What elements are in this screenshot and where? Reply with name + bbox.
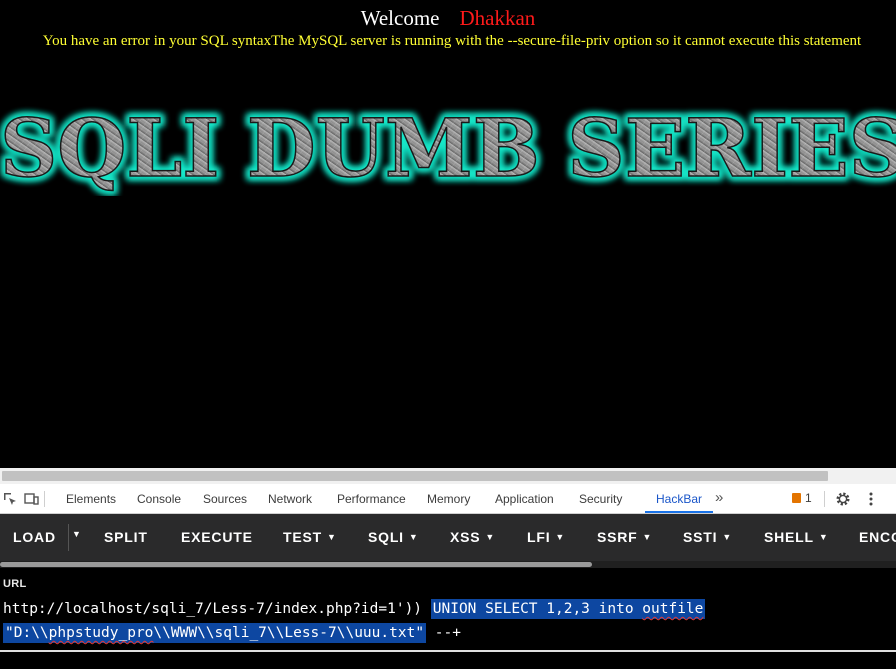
url-label: URL [3,578,27,590]
chevron-down-icon: ▼ [818,532,829,542]
hackbar-horizontal-scrollbar[interactable] [0,561,896,568]
url-selected-part: \\WWW\\sqli_7\\Less-7\\uuu.txt" [153,625,425,641]
lfi-label: LFI [527,529,551,545]
scrollbar-thumb[interactable] [2,471,828,481]
url-plain-text: http://localhost/sqli_7/Less-7/index.php… [3,601,423,617]
chevron-down-icon: ▼ [722,532,733,542]
url-comment-text: --+ [426,625,461,641]
banner-text: SQLI DUMB SERIES [0,101,896,195]
issues-count: 1 [805,491,812,505]
welcome-line: Welcome Dhakkan [0,6,896,31]
url-selected-part: "D:\\ [5,625,49,641]
url-selected-text-2: "D:\\phpstudy_pro\\WWW\\sqli_7\\Less-7\\… [3,623,427,643]
tab-memory[interactable]: Memory [427,492,470,506]
tab-application[interactable]: Application [495,492,554,506]
gear-icon[interactable] [835,491,851,507]
lfi-menu-button[interactable]: LFI ▼ [527,529,565,545]
hackbar-toolbar: LOAD ▼ SPLIT EXECUTE TEST ▼ SQLI ▼ XSS ▼ LF… [0,514,896,561]
tab-security[interactable]: Security [579,492,622,506]
issues-counter[interactable]: 1 [792,491,812,505]
sqli-label: SQLI [368,529,404,545]
load-divider [68,524,69,551]
devtools-tabbar: Elements Console Sources Network Perform… [0,484,896,514]
ssti-label: SSTI [683,529,718,545]
sqli-page: Welcome Dhakkan You have an error in your… [0,0,896,468]
active-tab-indicator [645,511,713,513]
url-textarea[interactable]: http://localhost/sqli_7/Less-7/index.php… [0,597,896,645]
url-field-underline [0,650,896,652]
tab-network[interactable]: Network [268,492,312,506]
url-line-2: "D:\\phpstudy_pro\\WWW\\sqli_7\\Less-7\\… [3,621,896,645]
device-toolbar-icon[interactable] [23,491,39,507]
load-dropdown-icon[interactable]: ▼ [72,529,81,539]
sqli-dumb-series-banner: SQLI DUMB SERIES SQLI DUMB SERIES [0,98,896,197]
tab-console[interactable]: Console [137,492,181,506]
hackbar-scrollbar-thumb[interactable] [0,562,592,567]
test-label: TEST [283,529,322,545]
ssrf-menu-button[interactable]: SSRF ▼ [597,529,652,545]
ssrf-label: SSRF [597,529,638,545]
toolbar-divider [44,491,45,507]
xss-menu-button[interactable]: XSS ▼ [450,529,495,545]
chevron-down-icon: ▼ [408,532,419,542]
url-selected-part: UNION SELECT 1,2,3 into [432,601,643,617]
url-spellcheck-word: phpstudy_pro [48,625,154,641]
inspect-element-icon[interactable] [2,491,18,507]
shell-label: SHELL [764,529,814,545]
url-spellcheck-word: outfile [642,601,704,617]
welcome-label: Welcome [360,6,440,30]
kebab-menu-icon[interactable] [863,491,879,507]
chevron-down-icon: ▼ [485,532,496,542]
tab-performance[interactable]: Performance [337,492,406,506]
xss-label: XSS [450,529,481,545]
ssti-menu-button[interactable]: SSTI ▼ [683,529,732,545]
shell-menu-button[interactable]: SHELL ▼ [764,529,829,545]
chevron-down-icon: ▼ [326,532,337,542]
welcome-user: Dhakkan [459,6,536,30]
test-menu-button[interactable]: TEST ▼ [283,529,337,545]
chevron-down-icon: ▼ [555,532,566,542]
chevron-down-icon: ▼ [642,532,653,542]
url-section: URL http://localhost/sqli_7/Less-7/index… [0,568,896,669]
url-line-1: http://localhost/sqli_7/Less-7/index.php… [3,597,896,621]
more-tabs-icon[interactable]: » [715,489,723,506]
issues-flag-icon [792,493,801,503]
split-button[interactable]: SPLIT [104,529,148,545]
url-selected-text: UNION SELECT 1,2,3 into outfile [430,599,706,619]
execute-button[interactable]: EXECUTE [181,529,253,545]
encoding-menu-button[interactable]: ENCO [859,529,896,545]
page-horizontal-scrollbar[interactable] [0,468,896,484]
toolbar-divider-right [824,491,825,507]
sqli-menu-button[interactable]: SQLI ▼ [368,529,419,545]
load-button[interactable]: LOAD [13,529,56,545]
tab-sources[interactable]: Sources [203,492,247,506]
tab-elements[interactable]: Elements [66,492,116,506]
tab-hackbar[interactable]: HackBar [656,492,702,506]
sql-error-message: You have an error in your SQL syntaxThe … [42,33,862,49]
